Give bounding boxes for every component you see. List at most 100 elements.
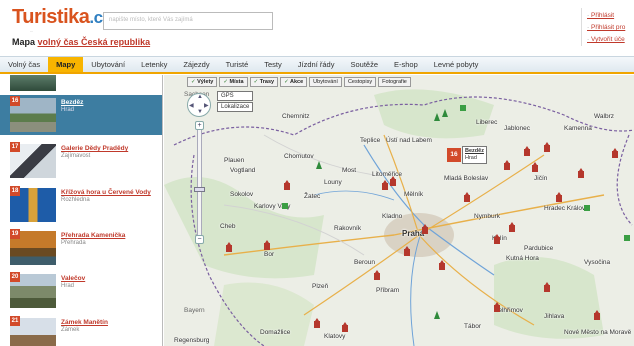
city-label: Cheb — [220, 223, 236, 230]
nav-eshop[interactable]: E-shop — [386, 57, 426, 72]
castle-marker[interactable] — [612, 151, 618, 158]
list-item-valecov[interactable]: 20 Valečov Hrad — [0, 271, 162, 311]
popup-title[interactable]: Bezděz — [465, 148, 484, 155]
place-marker[interactable] — [460, 105, 466, 111]
nav-levne-pobyty[interactable]: Levné pobyty — [426, 57, 487, 72]
popup-type: Hrad — [465, 155, 477, 161]
list-item-kamenicka[interactable]: 19 Přehrada Kamenička Přehrada — [0, 228, 162, 268]
pan-up-icon[interactable]: ▲ — [197, 94, 203, 100]
item-title-link[interactable]: Přehrada Kamenička — [61, 232, 125, 239]
logo[interactable]: Turistika.cz — [12, 6, 111, 29]
castle-marker[interactable] — [556, 195, 562, 202]
castle-marker[interactable] — [544, 145, 550, 152]
castle-marker[interactable] — [494, 237, 500, 244]
popup-label[interactable]: Bezděz Hrad — [462, 146, 487, 164]
nav-souteze[interactable]: Soutěže — [342, 57, 386, 72]
castle-marker[interactable] — [532, 165, 538, 172]
city-label: Nymburk — [474, 213, 501, 220]
castle-marker[interactable] — [314, 321, 320, 328]
castle-marker[interactable] — [494, 305, 500, 312]
zoom-out-button[interactable]: − — [195, 235, 204, 244]
item-title-link[interactable]: Křížová hora u Červené Vody — [61, 189, 151, 196]
item-number: 19 — [10, 229, 20, 239]
castle-marker[interactable] — [422, 227, 428, 234]
filter-cestopisy[interactable]: Cestopisy — [343, 77, 377, 87]
map-region-link[interactable]: volný čas Česká republika — [38, 37, 151, 47]
item-number: 21 — [10, 316, 20, 326]
filter-mista[interactable]: Místa — [219, 77, 248, 87]
gps-button[interactable]: GPS — [217, 91, 253, 101]
pan-right-icon[interactable]: ▶ — [204, 102, 209, 109]
castle-marker[interactable] — [390, 179, 396, 186]
filter-vylety[interactable]: Výlety — [187, 77, 218, 87]
filter-fotografie[interactable]: Fotografie — [378, 77, 411, 87]
pan-left-icon[interactable]: ◀ — [189, 102, 194, 109]
item-title-link[interactable]: Bezděz — [61, 99, 83, 106]
nature-marker[interactable] — [442, 109, 448, 117]
item-title-link[interactable]: Valečov — [61, 275, 85, 282]
list-item-bezdez[interactable]: 16 Bezděz Hrad — [0, 95, 162, 135]
castle-marker[interactable] — [439, 263, 445, 270]
castle-marker[interactable] — [524, 149, 530, 156]
region-label: Bayern — [184, 307, 205, 314]
pan-down-icon[interactable]: ▼ — [197, 109, 203, 115]
search-input[interactable]: napište místo, které Vás zajímá — [103, 12, 273, 30]
city-label: Litoměřice — [372, 171, 402, 178]
list-item-manetin[interactable]: 21 Zámek Manětín Zámek — [0, 315, 162, 346]
castle-marker[interactable] — [594, 313, 600, 320]
nav-zajezdy[interactable]: Zájezdy — [175, 57, 217, 72]
nav-turiste[interactable]: Turisté — [218, 57, 257, 72]
castle-marker[interactable] — [509, 225, 515, 232]
city-label: Beroun — [354, 259, 375, 266]
castle-marker[interactable] — [404, 249, 410, 256]
list-item-galerie[interactable]: 17 Galerie Dědy Pradědy Zajímavost — [0, 141, 162, 181]
place-marker[interactable] — [282, 203, 288, 209]
castle-marker[interactable] — [382, 183, 388, 190]
castle-marker[interactable] — [264, 243, 270, 250]
nav-ubytovani[interactable]: Ubytování — [83, 57, 133, 72]
nav-volny-cas[interactable]: Volný čas — [0, 57, 48, 72]
map-canvas[interactable]: Výlety Místa Trasy Akce Ubytování Cestop… — [164, 75, 634, 346]
place-marker[interactable] — [584, 205, 590, 211]
filter-trasy[interactable]: Trasy — [249, 77, 279, 87]
castle-marker[interactable] — [544, 285, 550, 292]
item-title-link[interactable]: Zámek Manětín — [61, 319, 108, 326]
item-type: Hrad — [61, 283, 75, 289]
nav-mapy[interactable]: Mapy — [48, 57, 84, 72]
item-title-link[interactable]: Galerie Dědy Pradědy — [61, 145, 128, 152]
city-label: Pardubice — [524, 245, 554, 252]
castle-marker[interactable] — [374, 273, 380, 280]
place-marker[interactable] — [624, 235, 630, 241]
list-item[interactable] — [0, 75, 162, 95]
nav-jizdni-rady[interactable]: Jízdní řády — [290, 57, 343, 72]
login-link[interactable]: Přihlásit — [587, 10, 625, 22]
item-type: Rozhledna — [61, 197, 90, 203]
nature-marker[interactable] — [434, 311, 440, 319]
castle-marker[interactable] — [342, 325, 348, 332]
login-alt-link[interactable]: Přihlásit pro — [587, 22, 625, 34]
nature-marker[interactable] — [434, 113, 440, 121]
list-item-krizova-hora[interactable]: 18 Křížová hora u Červené Vody Rozhledna — [0, 185, 162, 225]
localize-button[interactable]: Lokalizace — [217, 102, 254, 112]
results-sidebar[interactable]: 16 Bezděz Hrad 17 Galerie Dědy Pradědy Z… — [0, 75, 163, 346]
castle-marker[interactable] — [504, 163, 510, 170]
zoom-in-button[interactable]: + — [195, 121, 204, 130]
filter-akce[interactable]: Akce — [280, 77, 308, 87]
filter-ubytovani[interactable]: Ubytování — [309, 77, 342, 87]
nav-letenky[interactable]: Letenky — [133, 57, 175, 72]
city-label: Walbrz — [594, 113, 614, 120]
castle-marker[interactable] — [578, 171, 584, 178]
item-type: Hrad — [61, 107, 75, 113]
zoom-slider-handle[interactable] — [194, 187, 205, 192]
pan-control[interactable]: ▲ ▼ ◀ ▶ — [187, 93, 211, 117]
nature-marker[interactable] — [316, 161, 322, 169]
castle-marker[interactable] — [284, 183, 290, 190]
item-number: 20 — [10, 272, 20, 282]
nav-testy[interactable]: Testy — [256, 57, 290, 72]
register-link[interactable]: Vytvořit úče — [587, 34, 625, 46]
item-number: 18 — [10, 186, 20, 196]
city-label: Most — [342, 167, 357, 174]
castle-marker[interactable] — [464, 195, 470, 202]
castle-marker[interactable] — [226, 245, 232, 252]
zoom-slider[interactable] — [197, 121, 202, 241]
